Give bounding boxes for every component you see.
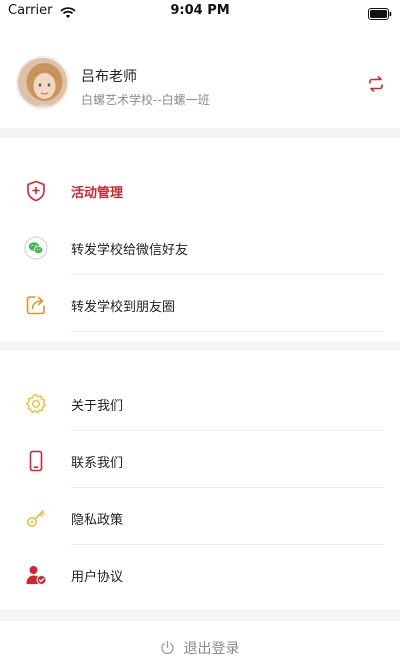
clock: 9:04 PM (170, 3, 230, 18)
battery-icon (368, 5, 392, 24)
menu-label: 转发学校给微信好友 (71, 243, 189, 258)
menu-item-user-agreement[interactable]: 用户协议 (0, 545, 400, 602)
menu-label: 活动管理 (71, 186, 124, 201)
section-divider (0, 609, 400, 621)
profile-header[interactable]: 吕布老师 白螺艺术学校--白螺一班 (0, 45, 400, 125)
user-check-icon (24, 563, 48, 587)
menu-item-share-moments[interactable]: 转发学校到朋友圈 (0, 275, 400, 332)
section-divider (0, 128, 400, 138)
school-class: 白螺艺术学校--白螺一班 (81, 93, 210, 107)
wechat-icon (24, 236, 48, 260)
menu-item-about-us[interactable]: 关于我们 (0, 374, 400, 431)
row-separator (71, 331, 384, 332)
menu-label: 隐私政策 (71, 513, 124, 528)
menu-label: 关于我们 (71, 399, 124, 414)
gear-icon (24, 392, 48, 416)
menu-item-contact-us[interactable]: 联系我们 (0, 431, 400, 488)
teacher-name: 吕布老师 (81, 69, 137, 85)
logout-label: 退出登录 (183, 640, 240, 657)
switch-arrows-icon[interactable] (367, 75, 385, 93)
share-out-icon (24, 293, 48, 317)
menu-label: 用户协议 (71, 570, 124, 585)
logout-content: 退出登录 (160, 637, 240, 658)
menu-item-share-wechat-friend[interactable]: 转发学校给微信好友 (0, 218, 400, 275)
menu-label: 转发学校到朋友圈 (71, 300, 176, 315)
menu-item-activity-management[interactable]: 活动管理 (0, 161, 400, 218)
avatar[interactable] (16, 56, 69, 109)
menu-label: 联系我们 (71, 456, 124, 471)
shield-plus-icon (24, 179, 48, 203)
power-icon (160, 640, 175, 655)
status-bar: Carrier 9:04 PM (0, 0, 400, 22)
logout-button[interactable]: 退出登录 (0, 637, 400, 659)
phone-icon (24, 449, 48, 473)
section-divider (0, 341, 400, 351)
menu-item-privacy-policy[interactable]: 隐私政策 (0, 488, 400, 545)
key-icon (24, 506, 48, 530)
